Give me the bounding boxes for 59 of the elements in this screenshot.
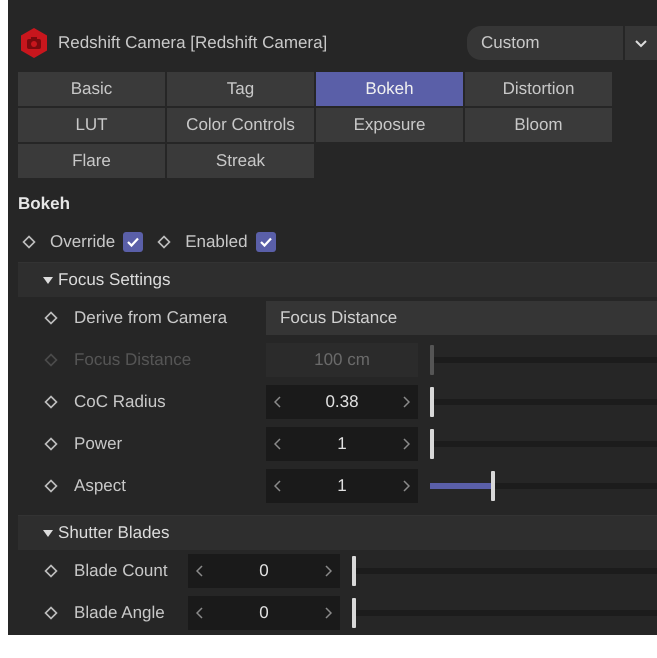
slider-thumb[interactable] <box>491 471 496 501</box>
keyframe-icon[interactable] <box>44 395 58 409</box>
tab[interactable]: LUT <box>18 108 165 142</box>
slider-thumb[interactable] <box>430 387 434 417</box>
number-field[interactable]: 0.38 <box>266 385 418 419</box>
keyframe-icon[interactable] <box>44 564 58 578</box>
tab[interactable]: Color Controls <box>167 108 314 142</box>
checkbox[interactable] <box>256 232 276 252</box>
number-field[interactable]: 1 <box>266 469 418 503</box>
group-title: Focus Settings <box>58 270 170 290</box>
keyframe-icon[interactable] <box>44 606 58 620</box>
dropdown-field[interactable]: Focus Distance <box>266 301 657 335</box>
tab[interactable]: Distortion <box>465 72 612 106</box>
parameter-label: Power <box>74 434 124 454</box>
slider-thumb[interactable] <box>352 556 356 586</box>
number-field: 100 cm <box>266 343 418 377</box>
tab[interactable]: Bloom <box>465 108 612 142</box>
slider-track[interactable] <box>352 554 657 588</box>
group-header[interactable]: Focus Settings <box>18 262 657 297</box>
group-header[interactable]: Shutter Blades <box>18 515 657 550</box>
caret-icon <box>634 38 648 48</box>
object-title: Redshift Camera [Redshift Camera] <box>58 33 328 53</box>
preset-dropdown[interactable]: Custom <box>467 26 657 60</box>
tab[interactable]: Tag <box>167 72 314 106</box>
slider-track[interactable] <box>352 596 657 630</box>
parameter-label: Blade Count <box>74 561 169 581</box>
tab[interactable]: Exposure <box>316 108 463 142</box>
keyframe-icon[interactable] <box>44 311 58 325</box>
group-title: Shutter Blades <box>58 523 170 543</box>
tab[interactable]: Bokeh <box>316 72 463 106</box>
triangle-icon[interactable] <box>42 528 54 538</box>
number-field[interactable]: 0 <box>188 596 340 630</box>
slider-track[interactable] <box>430 343 657 377</box>
number-field[interactable]: 0 <box>188 554 340 588</box>
keyframe-icon[interactable] <box>22 235 36 249</box>
slider-track[interactable] <box>430 469 657 503</box>
parameter-label: CoC Radius <box>74 392 167 412</box>
check-icon <box>126 236 140 248</box>
triangle-icon[interactable] <box>42 275 54 285</box>
checkbox-label: Enabled <box>185 232 248 252</box>
parameter-label: Derive from Camera <box>74 308 228 328</box>
checkbox[interactable] <box>123 232 144 252</box>
keyframe-icon[interactable] <box>157 235 172 249</box>
checkbox-label: Override <box>50 232 116 252</box>
parameter-label: Blade Angle <box>74 603 166 623</box>
slider-track[interactable] <box>430 427 657 461</box>
tab[interactable]: Streak <box>167 144 314 178</box>
slider-track[interactable] <box>430 385 657 419</box>
check-icon <box>258 236 273 248</box>
tab[interactable]: Basic <box>18 72 165 106</box>
slider-thumb[interactable] <box>352 598 356 628</box>
keyframe-icon[interactable] <box>44 479 58 493</box>
keyframe-icon[interactable] <box>44 437 58 451</box>
slider-thumb[interactable] <box>430 429 434 459</box>
parameter-label: Aspect <box>74 476 127 496</box>
number-field[interactable]: 1 <box>266 427 418 461</box>
section-title: Bokeh <box>18 194 71 214</box>
camera-icon <box>18 27 50 59</box>
tab[interactable]: Flare <box>18 144 165 178</box>
